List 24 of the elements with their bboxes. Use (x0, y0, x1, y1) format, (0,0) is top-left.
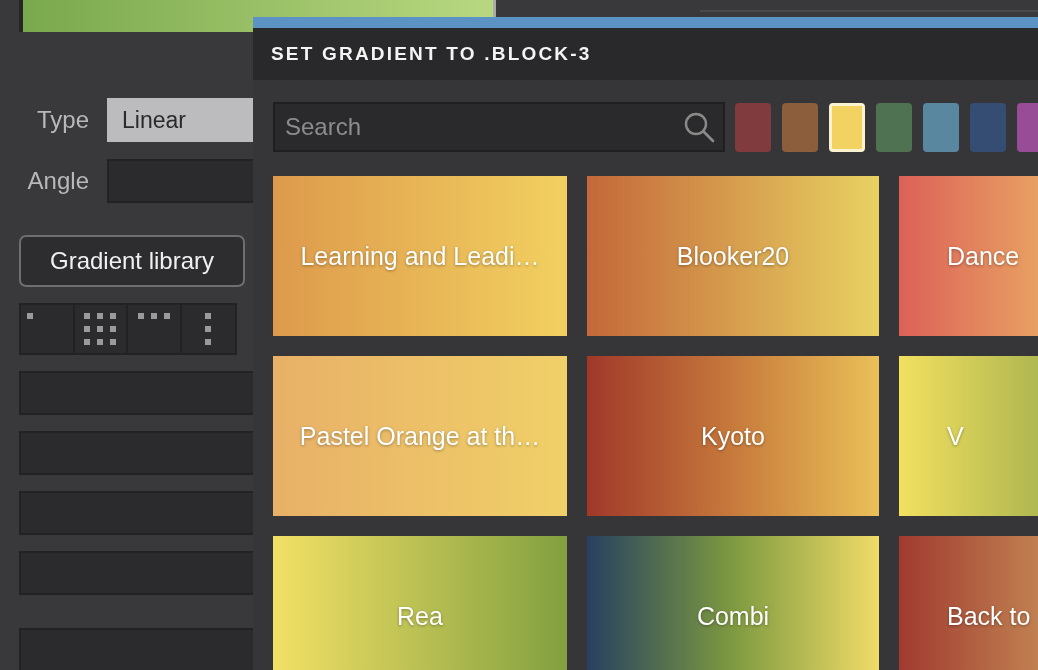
type-label: Type (35, 106, 89, 134)
gradient-name: Pastel Orange at th… (299, 421, 541, 451)
gradient-name: Back to (947, 601, 1031, 631)
gradient-card[interactable]: Kyoto (587, 356, 879, 516)
gradient-card[interactable]: Learning and Leadi… (273, 176, 567, 336)
gradient-name: Dance (947, 241, 1020, 271)
gradient-name: Combi (696, 601, 770, 631)
gradient-card[interactable]: Back to (899, 536, 1038, 670)
gradient-name: Blooker20 (676, 241, 790, 271)
gradient-card[interactable]: Combi (587, 536, 879, 670)
gradient-card[interactable]: Blooker20 (587, 176, 879, 336)
angle-label: Angle (26, 167, 89, 195)
gradient-library-button[interactable]: Gradient library (19, 235, 245, 287)
gradient-name: Rea (397, 601, 443, 631)
gradient-name: V (947, 421, 964, 451)
gradient-name: Kyoto (701, 421, 765, 451)
dialog-title: SET GRADIENT TO .BLOCK-3 (271, 43, 592, 65)
gradient-card[interactable]: Pastel Orange at th… (273, 356, 567, 516)
search-field[interactable]: Search (273, 102, 725, 152)
gradient-name: Learning and Leadi… (300, 241, 540, 271)
type-select[interactable]: Linear (107, 98, 253, 142)
gradient-card[interactable]: V (899, 356, 1038, 516)
gradient-card[interactable]: Dance (899, 176, 1038, 336)
gradient-card[interactable]: Rea (273, 536, 567, 670)
